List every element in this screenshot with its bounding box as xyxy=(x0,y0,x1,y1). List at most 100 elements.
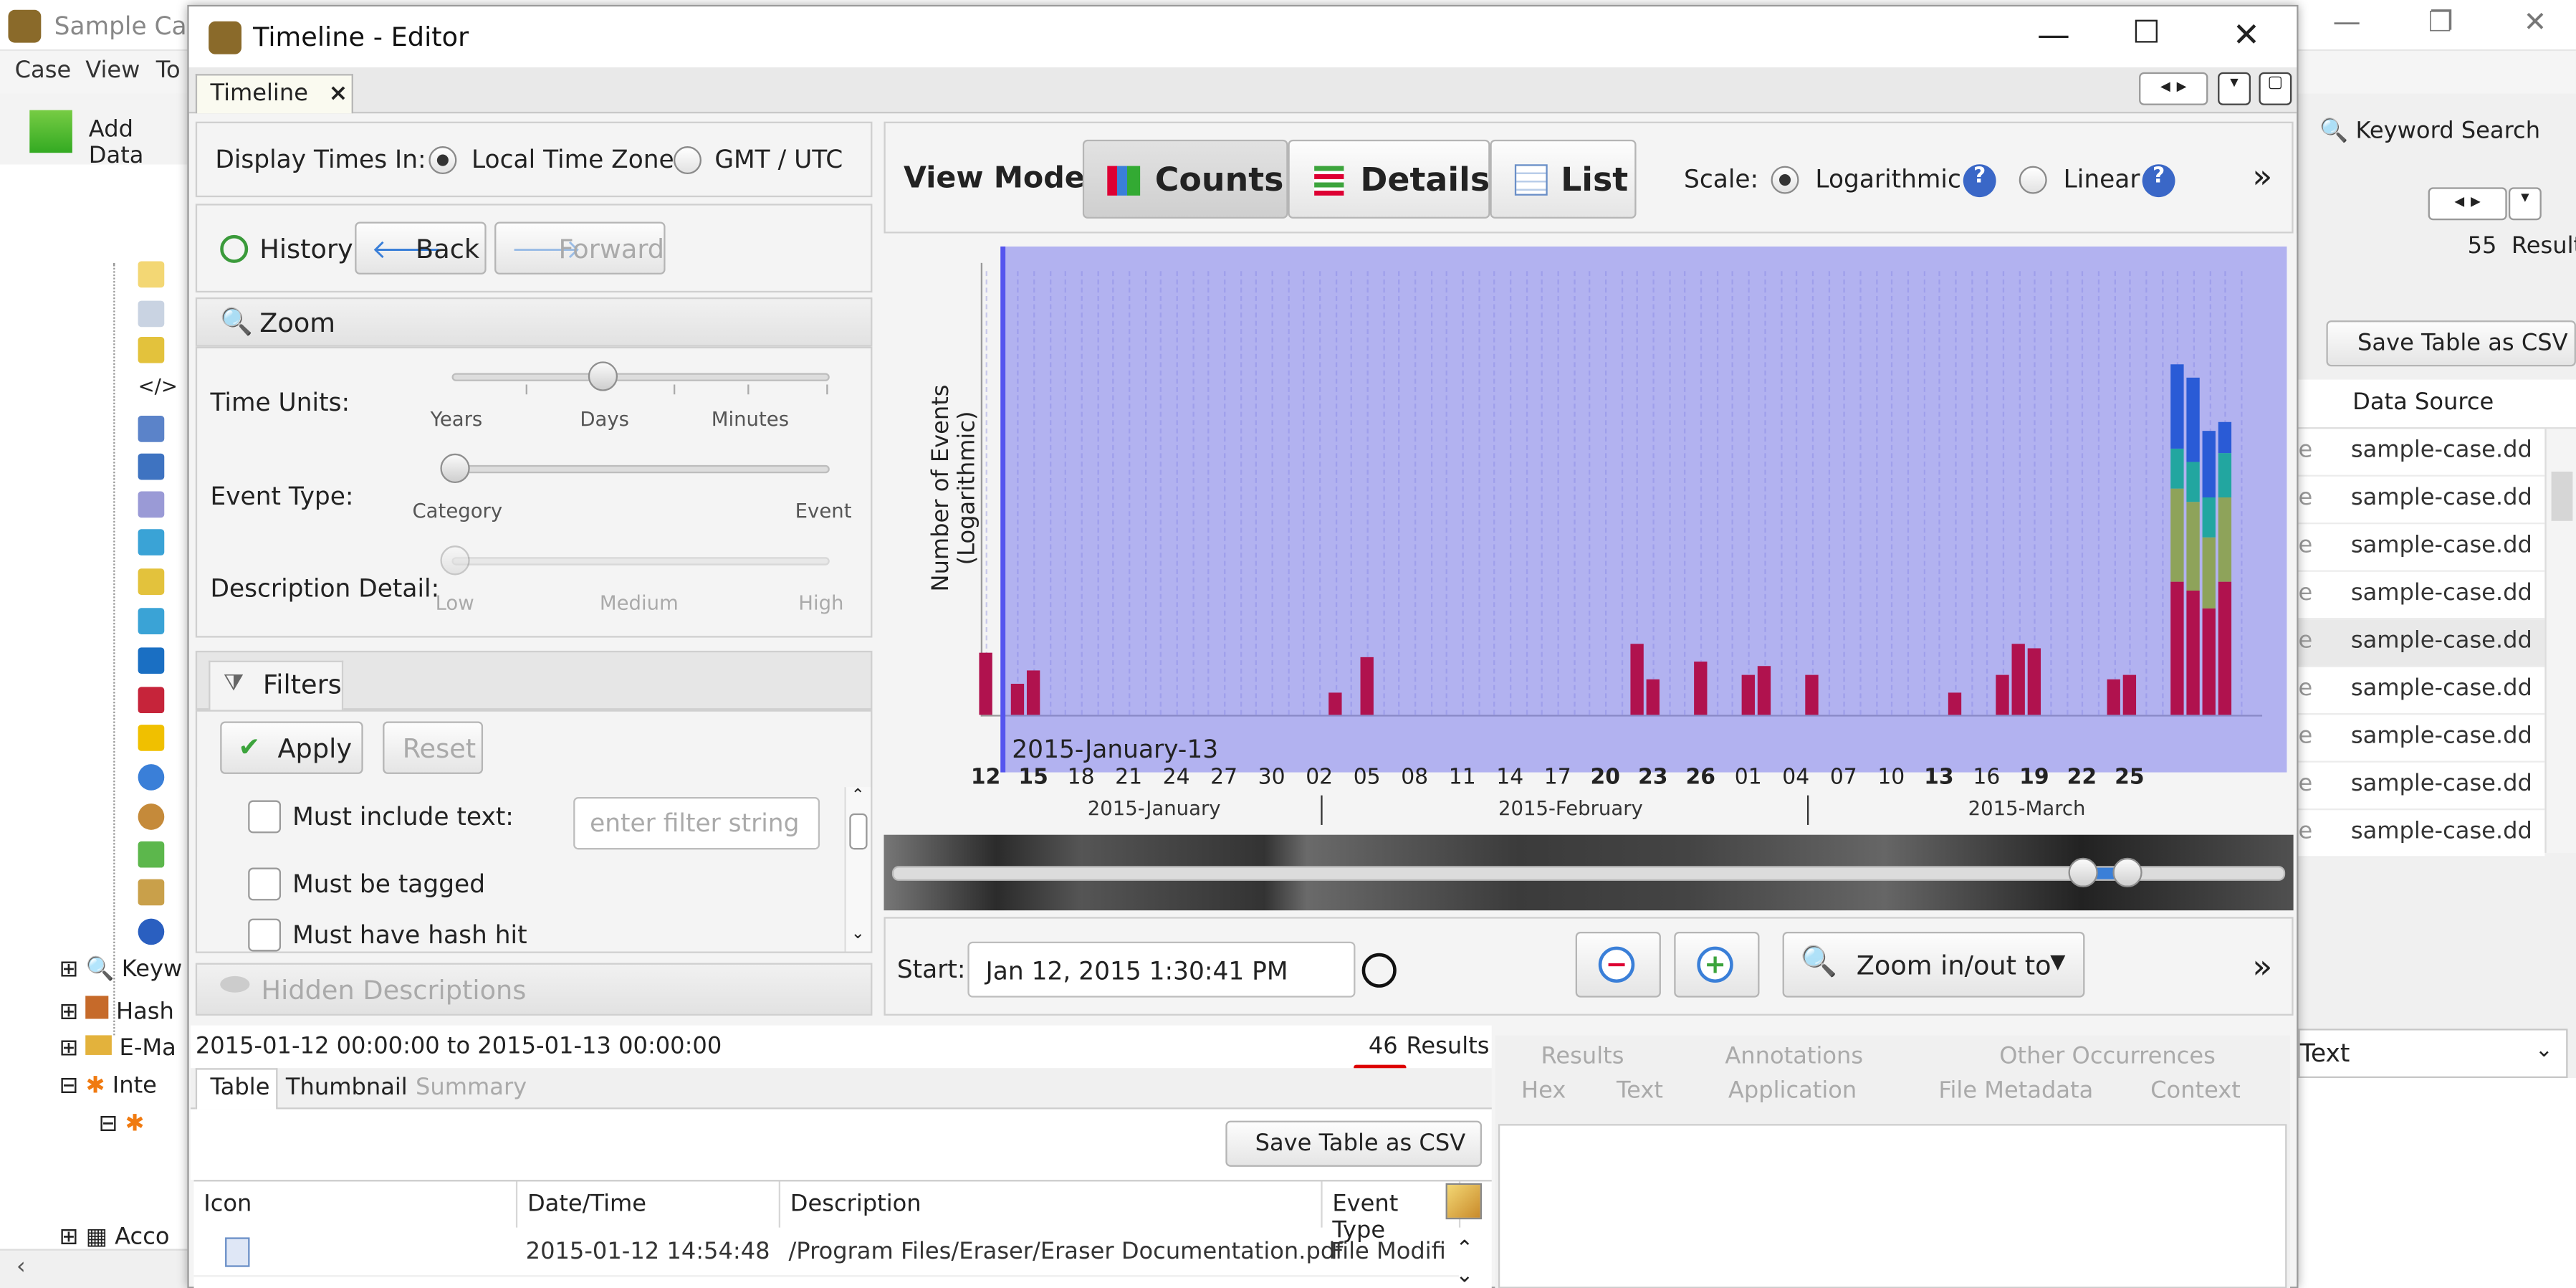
column-date-time[interactable]: Date/Time xyxy=(517,1181,781,1228)
start-bar-overflow-icon[interactable]: » xyxy=(2252,947,2272,986)
column-icon[interactable]: Icon xyxy=(194,1181,518,1228)
event-count-bar[interactable] xyxy=(1948,692,1962,715)
event-count-bar[interactable] xyxy=(2170,448,2184,489)
x-tick-label: 07 xyxy=(1829,765,1857,791)
event-count-bar[interactable] xyxy=(2202,537,2216,609)
clock-icon[interactable] xyxy=(1361,953,1397,988)
magnifier-icon: 🔍 xyxy=(1800,945,1838,980)
event-count-bar[interactable] xyxy=(2011,644,2025,715)
event-count-bar[interactable] xyxy=(1010,683,1025,715)
month-separator xyxy=(1321,795,1323,825)
x-tick-label: 17 xyxy=(1543,765,1571,791)
start-date-value: Jan 12, 2015 1:30:41 PM xyxy=(985,956,1288,986)
zoom-to-dropdown[interactable]: 🔍 Zoom in/out to ▼ xyxy=(1782,931,2085,998)
x-tick-label: 18 xyxy=(1067,765,1095,791)
x-tick-label: 11 xyxy=(1448,765,1476,791)
x-tick-label: 20 xyxy=(1590,765,1620,791)
zoom-in-button[interactable]: + xyxy=(1674,931,1760,998)
start-date-input[interactable]: Jan 12, 2015 1:30:41 PM xyxy=(967,941,1356,998)
event-count-bar[interactable] xyxy=(1757,666,1771,715)
content-tab-results[interactable]: Results xyxy=(1541,1044,1624,1070)
zoom-out-button[interactable]: − xyxy=(1575,931,1661,998)
event-count-bar[interactable] xyxy=(1630,644,1644,715)
month-label-january: 2015-January xyxy=(1087,796,1221,821)
tab-table[interactable]: Table xyxy=(195,1068,278,1110)
content-tab-context[interactable]: Context xyxy=(2150,1078,2241,1105)
table-scroll-up-icon[interactable]: ⌃ xyxy=(1455,1237,1473,1261)
event-count-bar[interactable] xyxy=(2186,462,2200,502)
start-bar: Start: Jan 12, 2015 1:30:41 PM − + 🔍 Zoom… xyxy=(884,917,2294,1016)
content-tab-hex[interactable]: Hex xyxy=(1521,1078,1566,1105)
event-count-bar[interactable] xyxy=(2218,453,2232,498)
x-tick-label: 01 xyxy=(1734,765,1762,791)
content-tab-text[interactable]: Text xyxy=(1617,1078,1663,1105)
range-high-thumb[interactable] xyxy=(2112,857,2142,888)
results-summary-bar: 2015-01-12 00:00:00 to 2015-01-13 00:00:… xyxy=(190,1025,1492,1070)
event-count-bar[interactable] xyxy=(979,652,992,715)
event-count-bar[interactable] xyxy=(2122,674,2137,715)
tab-summary[interactable]: Summary xyxy=(416,1074,527,1101)
x-tick-label: 14 xyxy=(1496,765,1524,791)
event-count-bar[interactable] xyxy=(1328,692,1342,715)
event-count-bar[interactable] xyxy=(2202,431,2216,498)
event-count-bar[interactable] xyxy=(2186,590,2200,715)
event-count-bar[interactable] xyxy=(2218,421,2232,454)
x-tick-label: 12 xyxy=(970,765,1001,791)
x-tick-label: 05 xyxy=(1353,765,1381,791)
x-tick-label: 21 xyxy=(1115,765,1143,791)
event-count-bar[interactable] xyxy=(2170,364,2184,449)
results-count: 46 xyxy=(1368,1034,1398,1060)
dropdown-arrow-icon: ▼ xyxy=(2050,950,2066,973)
zoom-to-label: Zoom in/out to xyxy=(1856,950,2051,981)
column-description[interactable]: Description xyxy=(780,1181,1323,1228)
event-count-bar[interactable] xyxy=(1805,674,1819,715)
x-tick-label: 13 xyxy=(1924,765,1954,791)
x-tick-label: 27 xyxy=(1210,765,1238,791)
event-count-bar[interactable] xyxy=(1360,657,1374,715)
content-tab-file-metadata[interactable]: File Metadata xyxy=(1938,1078,2093,1105)
event-count-bar[interactable] xyxy=(2170,581,2184,715)
content-tab-annotations[interactable]: Annotations xyxy=(1725,1044,1863,1070)
event-count-bar[interactable] xyxy=(2170,488,2184,582)
event-count-bar[interactable] xyxy=(2107,679,2120,715)
x-tick-label: 16 xyxy=(1973,765,2001,791)
content-tab-other-occurrences[interactable]: Other Occurrences xyxy=(1999,1044,2216,1070)
tab-thumbnail[interactable]: Thumbnail xyxy=(286,1074,408,1101)
event-count-bar[interactable] xyxy=(1646,679,1660,715)
event-count-bar[interactable] xyxy=(2202,608,2216,715)
x-tick-label: 04 xyxy=(1782,765,1810,791)
month-separator xyxy=(1806,795,1809,825)
event-count-bar[interactable] xyxy=(2186,502,2200,591)
x-tick-label: 15 xyxy=(1018,765,1048,791)
zoom-out-icon: − xyxy=(1598,946,1635,983)
x-tick-label: 24 xyxy=(1162,765,1190,791)
content-body xyxy=(1498,1124,2287,1288)
table-scroll-down-icon[interactable]: ⌄ xyxy=(1455,1264,1473,1288)
x-tick-label: 30 xyxy=(1258,765,1285,791)
range-low-thumb[interactable] xyxy=(2068,857,2098,888)
column-chooser-icon[interactable] xyxy=(1445,1183,1483,1220)
x-tick-label: 10 xyxy=(1877,765,1905,791)
column-event-type[interactable]: Event Type xyxy=(1323,1181,1461,1244)
results-tabs: Table Thumbnail Summary xyxy=(190,1068,1492,1110)
table-row[interactable]: 2015-01-12 14:54:48 /Program Files/Erase… xyxy=(193,1228,1459,1277)
event-count-bar[interactable] xyxy=(1026,670,1040,715)
event-count-bar[interactable] xyxy=(1996,674,2009,715)
row-description: /Program Files/Eraser/Eraser Documentati… xyxy=(788,1239,1344,1266)
event-count-bar[interactable] xyxy=(2202,497,2216,538)
x-tick-label: 08 xyxy=(1401,765,1429,791)
month-label-february: 2015-February xyxy=(1498,796,1643,821)
event-count-bar[interactable] xyxy=(2218,581,2232,715)
row-event-type: File Modifiec xyxy=(1331,1239,1446,1266)
event-count-bar[interactable] xyxy=(2186,377,2200,462)
x-tick-label: 26 xyxy=(1685,765,1716,791)
save-table-csv-button[interactable]: Save Table as CSV xyxy=(1225,1120,1483,1167)
content-tab-application[interactable]: Application xyxy=(1728,1078,1857,1105)
time-range-text: 2015-01-12 00:00:00 to 2015-01-13 00:00:… xyxy=(195,1034,722,1060)
event-count-bar[interactable] xyxy=(1741,674,1755,715)
event-count-bar[interactable] xyxy=(2027,648,2041,715)
row-datetime: 2015-01-12 14:54:48 xyxy=(525,1239,770,1266)
event-count-bar[interactable] xyxy=(2218,497,2232,582)
zoom-in-icon: + xyxy=(1697,946,1733,983)
event-count-bar[interactable] xyxy=(1694,662,1708,715)
